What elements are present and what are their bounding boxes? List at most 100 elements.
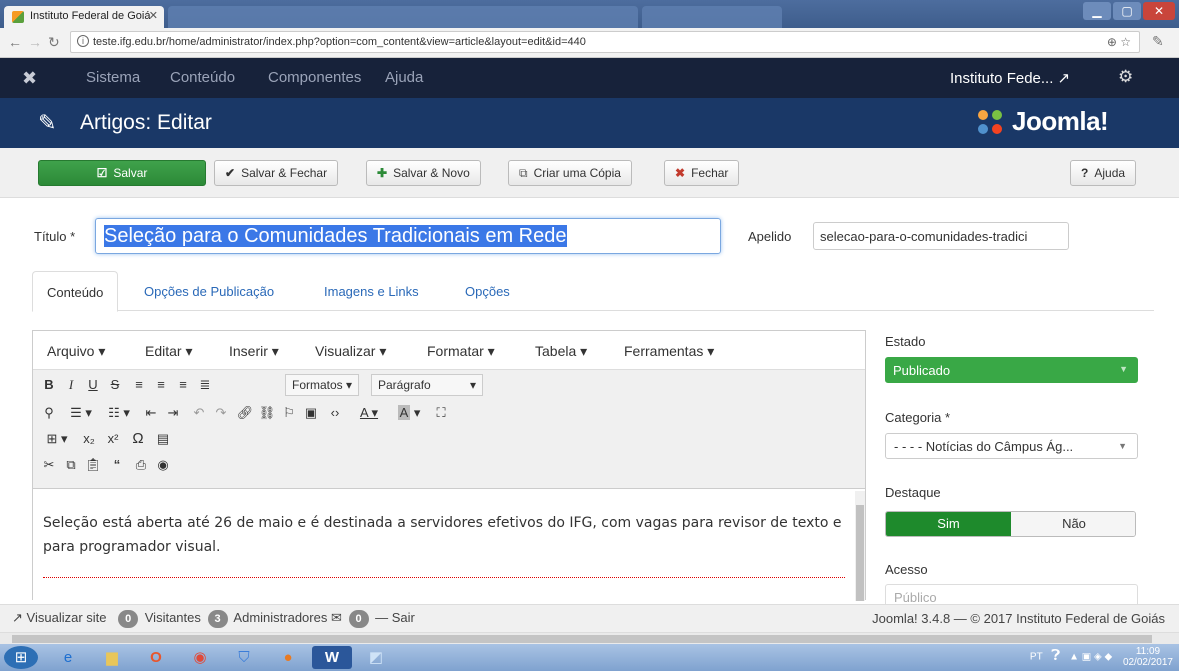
link-icon[interactable]: 🔗︎ [235, 402, 255, 424]
paste-icon[interactable]: 📋︎ [83, 454, 103, 476]
tab-opcoes-publicacao[interactable]: Opções de Publicação [130, 271, 288, 311]
tab-opcoes[interactable]: Opções [451, 271, 524, 311]
strikethrough-icon[interactable]: S [105, 374, 125, 396]
extension-icon[interactable]: ✎ [1152, 33, 1164, 50]
ie-icon[interactable]: e [48, 646, 88, 669]
editor-menu-formatar[interactable]: Formatar ▾ [427, 343, 495, 360]
preview-icon[interactable]: ◉ [153, 454, 173, 476]
admins-label[interactable]: Administradores [233, 610, 327, 625]
address-bar[interactable]: i teste.ifg.edu.br/home/administrator/in… [70, 31, 1140, 53]
save-button[interactable]: ☑ Salvar [38, 160, 206, 186]
print-icon[interactable]: ⎙ [131, 454, 151, 476]
gear-icon[interactable]: ⚙ [1118, 67, 1133, 87]
numbered-list-icon[interactable]: ☷ ▾ [101, 402, 137, 424]
close-button[interactable]: ✖ Fechar [664, 160, 740, 186]
close-window-icon[interactable]: ✕ [1143, 2, 1175, 20]
code-icon[interactable]: ‹› [325, 402, 345, 424]
browser-tab-active[interactable]: Instituto Federal de Goiá ✕ [4, 6, 164, 28]
blockquote-icon[interactable]: “ [107, 454, 127, 476]
zoom-star-icon[interactable]: ⊕ ☆ [1107, 35, 1131, 49]
superscript-icon[interactable]: x² [103, 428, 123, 450]
subscript-icon[interactable]: x₂ [79, 428, 99, 450]
info-icon[interactable]: i [77, 35, 89, 47]
text-color-icon[interactable]: A ▾ [351, 402, 387, 424]
bold-icon[interactable]: B [39, 374, 59, 396]
back-icon[interactable]: ← [8, 34, 22, 50]
media-icon[interactable]: ▤ [153, 428, 173, 450]
folder-icon[interactable]: ▆ [92, 646, 132, 669]
paragraph-dropdown[interactable]: Parágrafo ▾ [371, 374, 483, 396]
help-button[interactable]: ? Ajuda [1070, 160, 1137, 186]
find-icon[interactable]: ⚲ [39, 402, 59, 424]
horizontal-scroll-thumb[interactable] [12, 635, 1152, 643]
editor-menu-tabela[interactable]: Tabela ▾ [535, 343, 587, 360]
help-circle-icon[interactable]: ❓︎ [1051, 647, 1060, 664]
outdent-icon[interactable]: ⇤ [141, 402, 161, 424]
indent-icon[interactable]: ⇥ [163, 402, 183, 424]
reload-icon[interactable]: ↻ [48, 34, 60, 51]
cut-icon[interactable]: ✂ [39, 454, 59, 476]
menu-componentes[interactable]: Componentes [268, 69, 361, 86]
editor-scrollbar[interactable] [855, 491, 865, 601]
start-button-icon[interactable]: ⊞ [4, 646, 38, 669]
menu-ajuda[interactable]: Ajuda [385, 69, 423, 86]
background-color-icon[interactable]: A ▾ [391, 402, 427, 424]
joomla-menu-icon[interactable]: ✖ [22, 68, 37, 89]
estado-select[interactable]: Publicado ▼ [885, 357, 1138, 383]
align-left-icon[interactable]: ≡ [129, 374, 149, 396]
chrome-icon[interactable]: ◉ [180, 646, 220, 669]
word-icon[interactable]: W [312, 646, 352, 669]
visitors-label[interactable]: Visitantes [145, 610, 201, 625]
save-copy-button[interactable]: ⧉ Criar uma Cópia [508, 160, 632, 186]
copy-icon[interactable]: ⧉ [61, 454, 81, 476]
language-indicator[interactable]: PT [1030, 652, 1043, 663]
maximize-icon[interactable]: ▢ [1113, 2, 1141, 20]
bullet-list-icon[interactable]: ☰ ▾ [63, 402, 99, 424]
bookmark-icon[interactable]: ⚐ [279, 402, 299, 424]
categoria-select[interactable]: - - - - Notícias do Câmpus Ág... ▼ [885, 433, 1138, 459]
image-icon[interactable]: ▣ [301, 402, 321, 424]
redo-icon[interactable]: ↷ [211, 402, 231, 424]
fullscreen-icon[interactable]: ⛶ [431, 402, 451, 424]
destaque-yes-button[interactable]: Sim [886, 512, 1011, 536]
window-app-icon[interactable]: ◩ [356, 646, 396, 669]
align-center-icon[interactable]: ≡ [151, 374, 171, 396]
logout-link[interactable]: Sair [392, 610, 415, 625]
unlink-icon[interactable]: ⛓︎ [257, 402, 277, 424]
menu-conteudo[interactable]: Conteúdo [170, 69, 235, 86]
view-site-link[interactable]: Visualizar site [27, 610, 107, 625]
tab-imagens-links[interactable]: Imagens e Links [310, 271, 433, 311]
table-icon[interactable]: ⊞ ▾ [39, 428, 75, 450]
browser-tab-inactive[interactable] [168, 6, 638, 28]
forward-icon[interactable]: → [28, 34, 42, 50]
editor-menu-arquivo[interactable]: Arquivo ▾ [47, 343, 105, 360]
editor-menu-editar[interactable]: Editar ▾ [145, 343, 193, 360]
editor-content[interactable]: Seleção está aberta até 26 de maio e é d… [33, 491, 855, 601]
editor-menu-ferramentas[interactable]: Ferramentas ▾ [624, 343, 714, 360]
formats-dropdown[interactable]: Formatos ▾ [285, 374, 360, 396]
editor-menu-visualizar[interactable]: Visualizar ▾ [315, 343, 386, 360]
site-link[interactable]: Instituto Fede... ↗ [950, 69, 1070, 87]
horizontal-scrollbar[interactable] [0, 632, 1179, 644]
editor-scroll-thumb[interactable] [856, 505, 864, 601]
title-input[interactable]: Seleção para o Comunidades Tradicionais … [95, 218, 721, 254]
special-char-icon[interactable]: Ω [127, 428, 149, 450]
align-justify-icon[interactable]: ≣ [195, 374, 215, 396]
firefox-icon[interactable]: ● [268, 646, 308, 669]
minimize-icon[interactable]: ▁ [1083, 2, 1111, 20]
save-close-button[interactable]: ✔ Salvar & Fechar [214, 160, 339, 186]
italic-icon[interactable]: I [61, 374, 81, 396]
destaque-no-button[interactable]: Não [1011, 512, 1135, 536]
tray-icons[interactable]: ▲ ▣ ◈ ◆ [1069, 652, 1112, 663]
browser-tab-inactive[interactable] [642, 6, 782, 28]
underline-icon[interactable]: U [83, 374, 103, 396]
office-icon[interactable]: O [136, 646, 176, 669]
envelope-icon[interactable]: ✉ [331, 610, 342, 625]
menu-sistema[interactable]: Sistema [86, 69, 140, 86]
undo-icon[interactable]: ↶ [189, 402, 209, 424]
alias-input[interactable]: selecao-para-o-comunidades-tradici [813, 222, 1069, 250]
align-right-icon[interactable]: ≡ [173, 374, 193, 396]
editor-menu-inserir[interactable]: Inserir ▾ [229, 343, 279, 360]
tab-conteudo[interactable]: Conteúdo [32, 271, 119, 312]
shield-app-icon[interactable]: ⛉ [224, 646, 264, 669]
